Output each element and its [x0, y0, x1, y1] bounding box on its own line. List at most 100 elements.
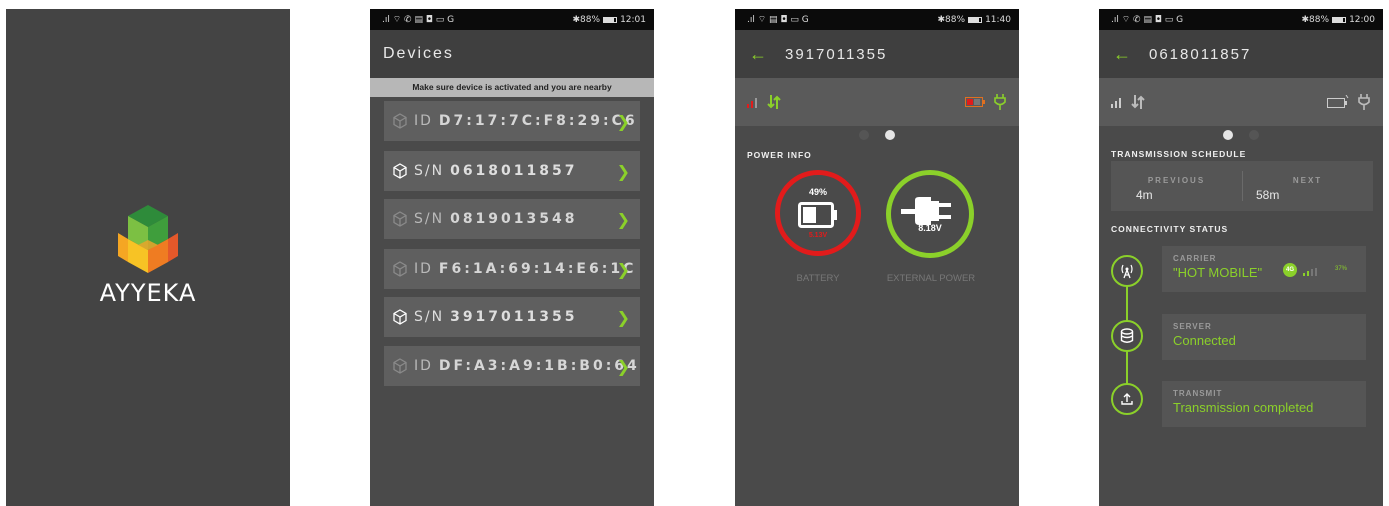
signal-icon: [1111, 98, 1121, 108]
plug-icon: [1358, 94, 1370, 110]
status-bar: .ıl ⌔ ✆ ▤ ◘ ▭ G ✱88% 12:01: [370, 9, 654, 30]
battery-icon: [968, 16, 983, 23]
next-value: 58m: [1256, 188, 1280, 202]
plug-icon: [994, 94, 1006, 110]
battery-low-icon: [965, 97, 985, 107]
upload-icon: [1111, 383, 1143, 415]
clock: 12:01: [620, 14, 646, 25]
connectivity-screen: .ıl ⌔ ✆ ▤ ◘ ▭ G ✱88% 12:00 ← 0618011857 …: [1099, 9, 1383, 506]
page-dot-active[interactable]: [1223, 130, 1233, 140]
transmit-value: Transmission completed: [1173, 400, 1314, 415]
transfer-arrows-icon: [1131, 95, 1145, 109]
transmit-label: TRANSMIT: [1173, 389, 1223, 398]
device-id: 0819013548: [450, 211, 578, 227]
device-prefix: ID: [414, 261, 433, 277]
signal-percent: 37%: [1335, 266, 1348, 272]
device-id: F6:1A:69:14:E6:1C: [438, 261, 637, 277]
battery-icon: [798, 202, 837, 228]
battery-caption: BATTERY: [796, 273, 840, 284]
status-bar: .ıl ⌔ ✆ ▤ ◘ ▭ G ✱88% 12:00: [1099, 9, 1383, 30]
device-serial: 0618011857: [1149, 45, 1252, 63]
carrier-card: CARRIER "HOT MOBILE" 4G 37%: [1162, 246, 1366, 292]
battery-empty-icon: [1327, 95, 1349, 108]
carrier-label: CARRIER: [1173, 254, 1217, 263]
database-icon: [1111, 320, 1143, 352]
device-id: 3917011355: [450, 309, 578, 325]
status-icons: .ıl ⌔ ▤ ◘ ▭ G: [747, 15, 809, 25]
device-id: 0618011857: [450, 163, 578, 179]
battery-percent: 49%: [808, 187, 827, 197]
cube-icon: [393, 113, 407, 129]
chevron-right-icon: ❯: [616, 112, 632, 131]
page-indicator: [1099, 127, 1383, 145]
battery-status: ✱88%: [1301, 14, 1330, 25]
page-indicator: [735, 127, 1019, 145]
section-title: POWER INFO: [747, 150, 812, 160]
device-item[interactable]: S/N 0819013548 ❯: [384, 199, 640, 239]
previous-label: PREVIOUS: [1147, 176, 1206, 185]
previous-value: 4m: [1136, 188, 1153, 202]
device-status-icons: [1099, 78, 1383, 126]
back-arrow-icon[interactable]: ←: [749, 44, 767, 65]
clock: 11:40: [985, 14, 1011, 25]
chevron-right-icon: ❯: [616, 162, 632, 181]
page-dot[interactable]: [859, 130, 869, 140]
chevron-right-icon: ❯: [616, 308, 632, 327]
schedule-card: PREVIOUS 4m NEXT 58m: [1111, 161, 1373, 211]
cube-icon: [393, 163, 407, 179]
device-prefix: S/N: [414, 163, 445, 179]
network-badge: 4G: [1283, 263, 1297, 277]
carrier-value: "HOT MOBILE": [1173, 265, 1263, 280]
next-label: NEXT: [1292, 176, 1323, 185]
device-item[interactable]: ID D7:17:7C:F8:29:C6 ❯: [384, 101, 640, 141]
device-item[interactable]: ID F6:1A:69:14:E6:1C ❯: [384, 249, 640, 289]
device-prefix: S/N: [414, 309, 445, 325]
chevron-right-icon: ❯: [616, 210, 632, 229]
transfer-arrows-icon: [767, 95, 781, 109]
devices-screen: .ıl ⌔ ✆ ▤ ◘ ▭ G ✱88% 12:01 Devices Make …: [370, 9, 654, 506]
device-item[interactable]: S/N 3917011355 ❯: [384, 297, 640, 337]
page-dot[interactable]: [1249, 130, 1259, 140]
device-item[interactable]: S/N 0618011857 ❯: [384, 151, 640, 191]
battery-gauge: 49% 5.13V: [775, 170, 861, 256]
external-voltage: 8.18V: [918, 223, 942, 233]
battery-status: ✱88%: [937, 14, 966, 25]
transmit-card: TRANSMIT Transmission completed: [1162, 381, 1366, 427]
battery-status: ✱88%: [572, 14, 601, 25]
power-screen: .ıl ⌔ ▤ ◘ ▭ G ✱88% 11:40 ← 3917011355 PO…: [735, 9, 1019, 506]
clock: 12:00: [1349, 14, 1375, 25]
brand-name: AYYEKA: [99, 279, 197, 307]
device-item[interactable]: ID DF:A3:A9:1B:B0:64 ❯: [384, 346, 640, 386]
signal-icon: [747, 98, 757, 108]
external-power-caption: EXTERNAL POWER: [886, 273, 976, 284]
cube-icon: [393, 211, 407, 227]
device-prefix: ID: [414, 113, 433, 129]
device-id: D7:17:7C:F8:29:C6: [438, 113, 638, 129]
page-title: Devices: [370, 30, 654, 78]
device-id: DF:A3:A9:1B:B0:64: [438, 358, 640, 374]
server-value: Connected: [1173, 333, 1236, 348]
activation-notice: Make sure device is activated and you ar…: [370, 78, 654, 97]
splash-screen: AYYEKA: [6, 9, 290, 506]
signal-strength-icon: [1303, 268, 1317, 276]
external-power-gauge: 8.18V: [886, 170, 974, 258]
next-transmission: NEXT 58m: [1242, 161, 1373, 211]
previous-transmission: PREVIOUS 4m: [1111, 161, 1242, 211]
device-status-icons: [735, 78, 1019, 126]
page-dot-active[interactable]: [885, 130, 895, 140]
chevron-right-icon: ❯: [616, 357, 632, 376]
detail-header: ← 0618011857: [1099, 30, 1383, 78]
battery-icon: [603, 16, 618, 23]
server-card: SERVER Connected: [1162, 314, 1366, 360]
chevron-right-icon: ❯: [616, 260, 632, 279]
cube-icon: [393, 358, 407, 374]
detail-header: ← 3917011355: [735, 30, 1019, 78]
schedule-title: TRANSMISSION SCHEDULE: [1111, 149, 1247, 159]
status-bar: .ıl ⌔ ▤ ◘ ▭ G ✱88% 11:40: [735, 9, 1019, 30]
connectivity-title: CONNECTIVITY STATUS: [1111, 224, 1229, 234]
back-arrow-icon[interactable]: ←: [1113, 44, 1131, 65]
ayyeka-logo: AYYEKA: [6, 205, 290, 307]
cube-icon: [393, 261, 407, 277]
antenna-icon: [1111, 255, 1143, 287]
ayyeka-logo-icon: [118, 205, 178, 273]
